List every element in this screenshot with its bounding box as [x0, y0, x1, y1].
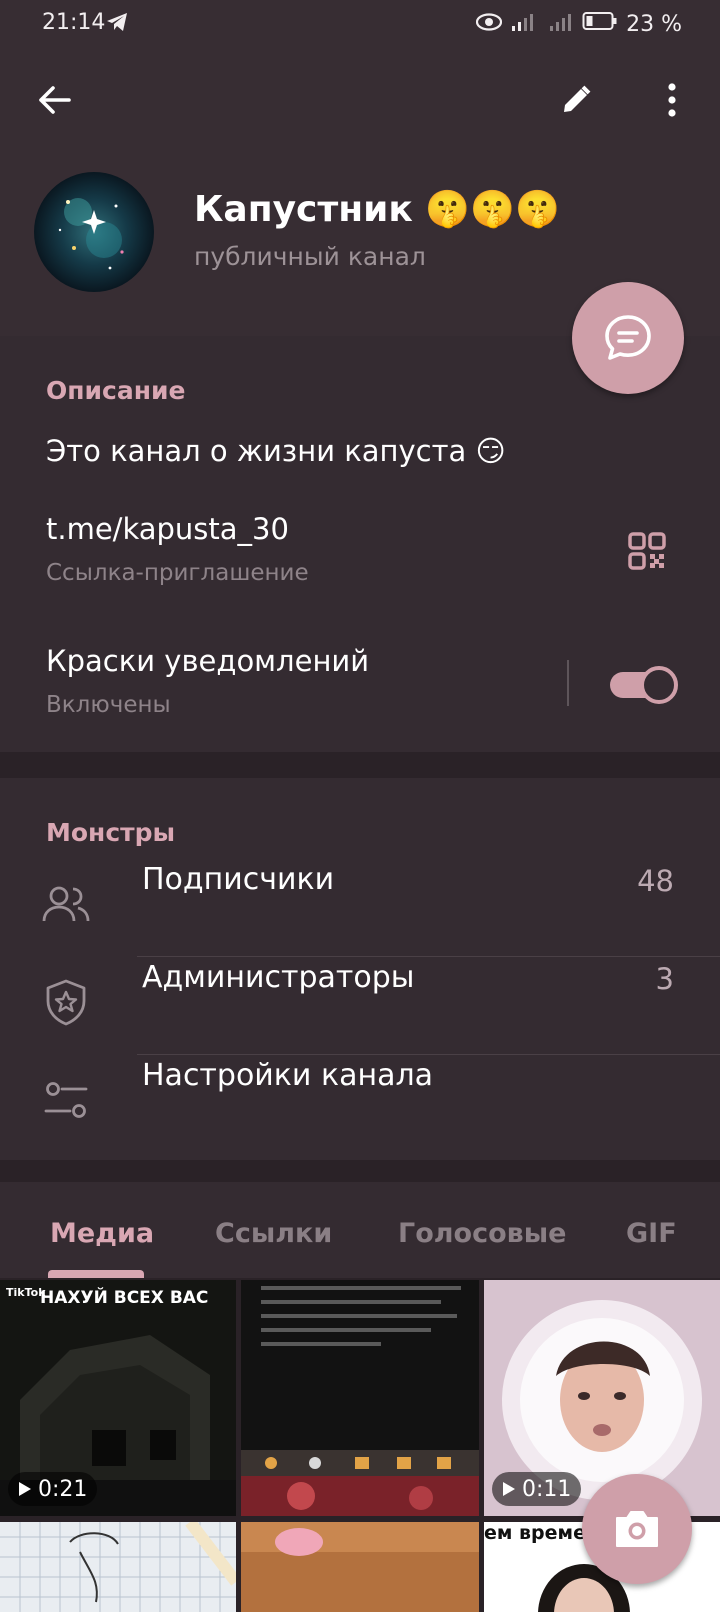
- eye-icon: [475, 12, 503, 37]
- qr-code-icon: [628, 532, 666, 570]
- status-time: 21:14: [42, 10, 106, 35]
- notifications-toggle[interactable]: [610, 664, 680, 704]
- battery-icon: [582, 10, 618, 38]
- signal-2-icon: [548, 10, 574, 38]
- channel-title: Капустник 🤫🤫🤫: [194, 189, 560, 230]
- channel-description: Это канал о жизни капуста 😏: [46, 434, 506, 468]
- play-icon: [503, 1482, 515, 1496]
- row-divider: [137, 1054, 720, 1055]
- administrators-count: 3: [655, 962, 674, 996]
- media-item[interactable]: TikTok НАХУЙ ВСЕХ ВАС 0:21: [0, 1280, 236, 1516]
- status-bar: 21:14 23 %: [0, 0, 720, 48]
- tab-links[interactable]: Ссылки: [215, 1218, 332, 1249]
- chat-bubble-icon: [605, 315, 651, 360]
- battery-percent: 23 %: [626, 11, 682, 37]
- subscribers-count: 48: [637, 864, 674, 898]
- tab-voice[interactable]: Голосовые: [398, 1218, 566, 1249]
- invite-link[interactable]: t.me/kapusta_30: [46, 512, 289, 546]
- members-section-title: Монстры: [46, 818, 176, 847]
- camera-icon: [616, 1511, 658, 1547]
- toggle-divider: [567, 660, 569, 706]
- notifications-state: Включены: [46, 692, 171, 718]
- pencil-icon: [564, 85, 591, 112]
- more-menu-button[interactable]: [644, 72, 700, 128]
- qr-code-button[interactable]: [628, 532, 666, 574]
- arrow-left-icon: [39, 86, 71, 114]
- channel-subtitle: публичный канал: [194, 242, 426, 271]
- subscribers-label: Подписчики: [142, 862, 335, 897]
- play-icon: [19, 1482, 31, 1496]
- edit-button[interactable]: [548, 72, 604, 128]
- notifications-label[interactable]: Краски уведомлений: [46, 644, 369, 678]
- media-caption: НАХУЙ ВСЕХ ВАС: [40, 1288, 209, 1308]
- status-icons: 23 %: [475, 10, 682, 38]
- invite-link-caption: Ссылка-приглашение: [46, 560, 309, 586]
- media-item[interactable]: [241, 1522, 479, 1612]
- description-section-title: Описание: [46, 376, 186, 405]
- discussion-button[interactable]: [572, 282, 684, 394]
- sliders-icon: [42, 1076, 90, 1124]
- channel-settings-label: Настройки канала: [142, 1058, 434, 1093]
- tab-gif[interactable]: GIF: [626, 1218, 677, 1249]
- tab-media[interactable]: Медиа: [50, 1218, 154, 1249]
- media-item[interactable]: 0:11: [484, 1280, 720, 1516]
- video-duration: 0:11: [492, 1472, 582, 1506]
- video-duration: 0:21: [8, 1472, 98, 1506]
- back-button[interactable]: [26, 72, 82, 128]
- toggle-knob: [640, 666, 678, 704]
- members-card: Монстры Подписчики 48 Администраторы 3 Н…: [0, 778, 720, 1160]
- administrators-label: Администраторы: [142, 960, 415, 995]
- media-item[interactable]: [241, 1280, 479, 1516]
- telegram-icon: [106, 12, 128, 36]
- signal-icon: [510, 10, 540, 38]
- people-icon: [42, 880, 90, 928]
- media-item[interactable]: [0, 1522, 236, 1612]
- shield-star-icon: [42, 978, 90, 1026]
- row-divider: [137, 956, 720, 957]
- media-tabs: Медиа Ссылки Голосовые GIF: [0, 1182, 720, 1278]
- active-tab-indicator: [48, 1270, 144, 1278]
- camera-button[interactable]: [582, 1474, 692, 1584]
- dots-vertical-icon: [668, 83, 676, 117]
- channel-avatar[interactable]: [34, 172, 154, 292]
